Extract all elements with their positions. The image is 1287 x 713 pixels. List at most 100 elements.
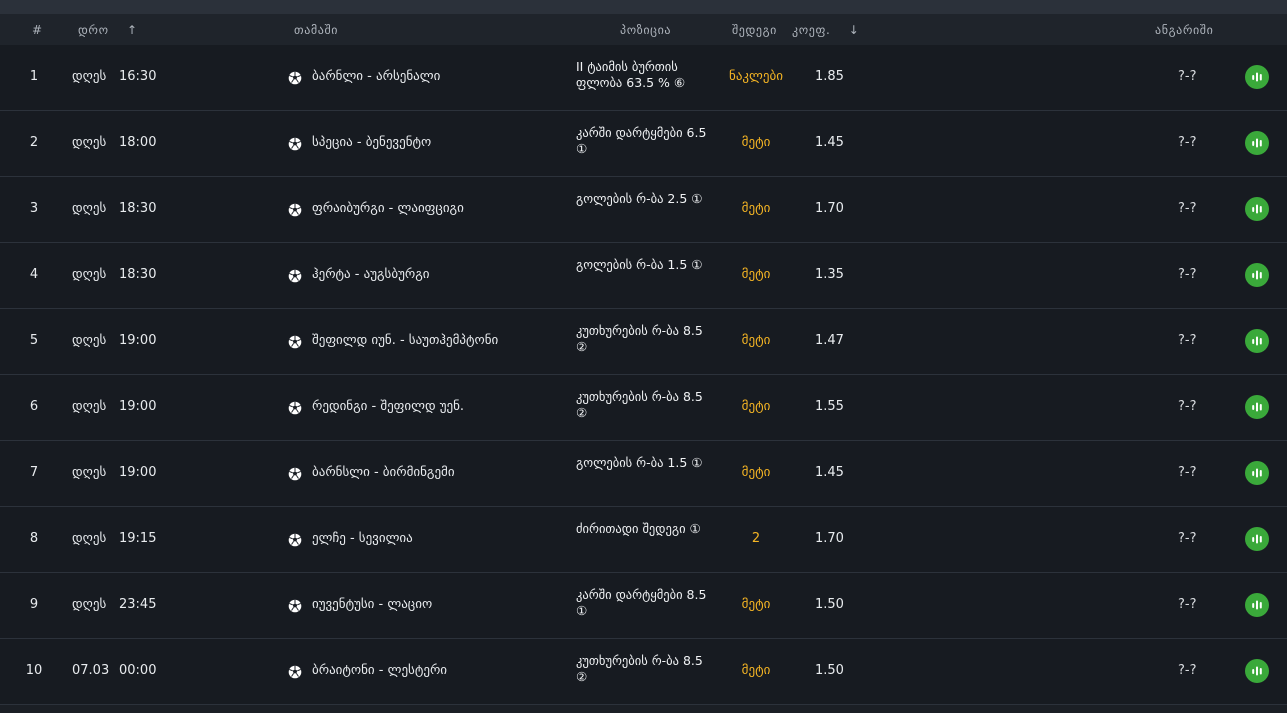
- table-row[interactable]: 2 დღეს 18:00 სპეცია - ბენევენტო კარში და…: [0, 111, 1287, 177]
- row-odds: 1.35: [815, 267, 844, 282]
- row-game[interactable]: ბრაიტონი - ლესტერი: [312, 663, 447, 678]
- football-icon: [288, 136, 302, 151]
- row-result: მეტი: [741, 597, 771, 612]
- header-odds[interactable]: კოეფ. ↓: [792, 23, 859, 37]
- row-game[interactable]: რედინგი - შეფილდ უენ.: [312, 399, 464, 414]
- stats-button[interactable]: [1245, 65, 1269, 89]
- row-game[interactable]: ელჩე - სევილია: [312, 531, 413, 546]
- row-index: 3: [29, 201, 39, 216]
- stats-button[interactable]: [1245, 131, 1269, 155]
- row-position: გოლების რ-ბა 1.5 ①: [576, 257, 703, 272]
- row-index: 10: [25, 663, 43, 678]
- table-header: # დრო ↑ თამაში პოზიცია შედეგი კოეფ. ↓ ან…: [0, 14, 1287, 45]
- row-index: 5: [29, 333, 39, 348]
- row-odds: 1.45: [815, 135, 844, 150]
- row-time: 16:30: [119, 69, 157, 84]
- row-game[interactable]: იუვენტუსი - ლაციო: [312, 597, 432, 612]
- row-odds: 1.50: [815, 663, 844, 678]
- stats-button[interactable]: [1245, 461, 1269, 485]
- row-score: ?-?: [1178, 531, 1197, 546]
- row-time: 19:00: [119, 465, 157, 480]
- bar-chart-icon: [1252, 402, 1262, 412]
- stats-button[interactable]: [1245, 659, 1269, 683]
- table-row[interactable]: 6 დღეს 19:00 რედინგი - შეფილდ უენ. კუთხუ…: [0, 375, 1287, 441]
- row-day: დღეს: [72, 267, 107, 282]
- table-row[interactable]: 5 დღეს 19:00 შეფილდ იუნ. - საუთჰემპტონი …: [0, 309, 1287, 375]
- row-result: მეტი: [741, 135, 771, 150]
- row-score: ?-?: [1178, 597, 1197, 612]
- row-time: 18:30: [119, 201, 157, 216]
- row-score: ?-?: [1178, 201, 1197, 216]
- stats-button[interactable]: [1245, 593, 1269, 617]
- bar-chart-icon: [1252, 336, 1262, 346]
- football-icon: [288, 664, 302, 679]
- row-game[interactable]: შეფილდ იუნ. - საუთჰემპტონი: [312, 333, 498, 348]
- row-result: მეტი: [741, 267, 771, 282]
- row-position: გოლების რ-ბა 2.5 ①: [576, 191, 703, 206]
- stats-button[interactable]: [1245, 395, 1269, 419]
- table-row[interactable]: 9 დღეს 23:45 იუვენტუსი - ლაციო კარში დარ…: [0, 573, 1287, 639]
- bar-chart-icon: [1252, 534, 1262, 544]
- header-time[interactable]: დრო ↑: [78, 23, 138, 37]
- row-position: კუთხურების რ-ბა 8.5 ②: [576, 653, 703, 684]
- stats-button[interactable]: [1245, 527, 1269, 551]
- football-icon: [288, 598, 302, 613]
- football-icon: [288, 400, 302, 415]
- row-result: ნაკლები: [729, 69, 783, 84]
- stats-button[interactable]: [1245, 263, 1269, 287]
- header-index: #: [32, 23, 43, 37]
- row-index: 2: [29, 135, 39, 150]
- bar-chart-icon: [1252, 138, 1262, 148]
- table-row[interactable]: 10 07.03 00:00 ბრაიტონი - ლესტერი კუთხურ…: [0, 639, 1287, 705]
- row-time: 00:00: [119, 663, 157, 678]
- football-icon: [288, 334, 302, 349]
- bar-chart-icon: [1252, 72, 1262, 82]
- row-game[interactable]: სპეცია - ბენევენტო: [312, 135, 431, 150]
- row-odds: 1.50: [815, 597, 844, 612]
- row-day: დღეს: [72, 465, 107, 480]
- row-day: დღეს: [72, 531, 107, 546]
- table-row[interactable]: 4 დღეს 18:30 ჰერტა - აუგსბურგი გოლების რ…: [0, 243, 1287, 309]
- row-day: დღეს: [72, 135, 107, 150]
- stats-button[interactable]: [1245, 329, 1269, 353]
- row-odds: 1.45: [815, 465, 844, 480]
- table-row[interactable]: 1 დღეს 16:30 ბარნლი - არსენალი II ტაიმის…: [0, 45, 1287, 111]
- row-game[interactable]: ბარნსლი - ბირმინგემი: [312, 465, 455, 480]
- stats-button[interactable]: [1245, 197, 1269, 221]
- bar-chart-icon: [1252, 666, 1262, 676]
- row-odds: 1.47: [815, 333, 844, 348]
- football-icon: [288, 70, 302, 85]
- row-day: დღეს: [72, 201, 107, 216]
- row-odds: 1.85: [815, 69, 844, 84]
- row-position: კარში დარტყმები 6.5 ①: [576, 125, 707, 156]
- row-score: ?-?: [1178, 333, 1197, 348]
- row-game[interactable]: ბარნლი - არსენალი: [312, 69, 440, 84]
- header-game: თამაში: [294, 23, 339, 37]
- row-position: II ტაიმის ბურთის ფლობა 63.5 % ⑥: [576, 59, 686, 90]
- row-time: 19:15: [119, 531, 157, 546]
- row-time: 19:00: [119, 399, 157, 414]
- row-index: 1: [29, 69, 39, 84]
- table-row[interactable]: 3 დღეს 18:30 ფრაიბურგი - ლაიფციგი გოლები…: [0, 177, 1287, 243]
- row-result: მეტი: [741, 465, 771, 480]
- table-row[interactable]: 8 დღეს 19:15 ელჩე - სევილია ძირითადი შედ…: [0, 507, 1287, 573]
- row-day: დღეს: [72, 69, 107, 84]
- row-index: 7: [29, 465, 39, 480]
- bar-chart-icon: [1252, 600, 1262, 610]
- row-position: გოლების რ-ბა 1.5 ①: [576, 455, 703, 470]
- football-icon: [288, 202, 302, 217]
- row-result: 2: [751, 531, 761, 546]
- football-icon: [288, 466, 302, 481]
- row-time: 18:30: [119, 267, 157, 282]
- header-score: ანგარიში: [1155, 23, 1214, 37]
- row-score: ?-?: [1178, 267, 1197, 282]
- row-index: 6: [29, 399, 39, 414]
- header-bet: შედეგი: [732, 23, 777, 37]
- top-strip: [0, 0, 1287, 14]
- row-game[interactable]: ჰერტა - აუგსბურგი: [312, 267, 430, 282]
- row-game[interactable]: ფრაიბურგი - ლაიფციგი: [312, 201, 464, 216]
- header-odds-label: კოეფ.: [792, 23, 831, 37]
- row-score: ?-?: [1178, 69, 1197, 84]
- row-time: 19:00: [119, 333, 157, 348]
- table-row[interactable]: 7 დღეს 19:00 ბარნსლი - ბირმინგემი გოლები…: [0, 441, 1287, 507]
